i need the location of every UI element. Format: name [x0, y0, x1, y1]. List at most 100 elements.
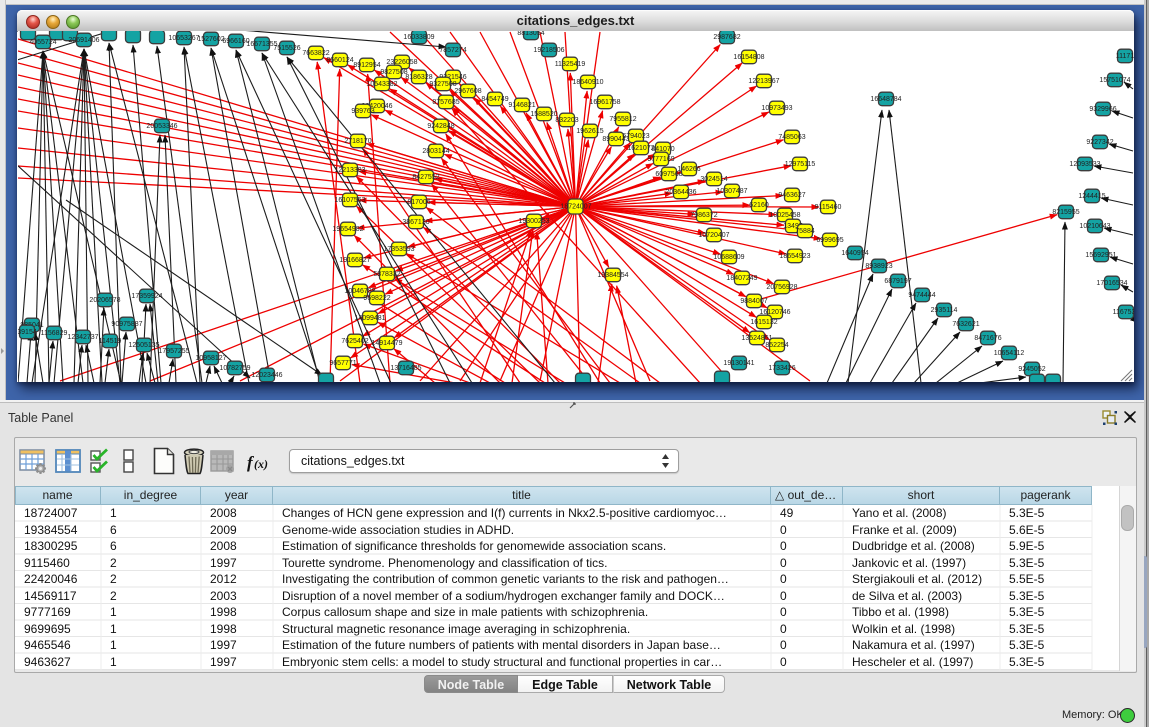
svg-text:18724007: 18724007: [560, 204, 591, 211]
svg-text:20053346: 20053346: [146, 123, 177, 130]
svg-text:12213967: 12213967: [748, 78, 779, 85]
svg-text:1244415: 1244415: [1078, 193, 1105, 200]
svg-text:6794023: 6794023: [622, 133, 649, 140]
svg-text:1167533: 1167533: [1113, 309, 1134, 316]
svg-text:7515526: 7515526: [273, 45, 300, 52]
svg-text:8912954: 8912954: [353, 62, 380, 69]
svg-text:10782759: 10782759: [219, 365, 250, 372]
svg-text:16154808: 16154808: [733, 54, 764, 61]
svg-text:(x): (x): [254, 457, 268, 471]
svg-text:7857274: 7857274: [439, 47, 466, 54]
svg-text:1527602: 1527602: [197, 36, 224, 43]
svg-text:16648784: 16648784: [870, 96, 901, 103]
svg-text:9463627: 9463627: [778, 192, 805, 199]
svg-text:75884: 75884: [795, 228, 815, 235]
svg-text:18640910: 18640910: [572, 79, 603, 86]
svg-text:20691406: 20691406: [68, 37, 99, 44]
svg-text:10973493: 10973493: [761, 105, 792, 112]
svg-text:10688609: 10688609: [713, 254, 744, 261]
svg-text:852254: 852254: [765, 342, 788, 349]
svg-text:7986372: 7986372: [690, 212, 717, 219]
svg-text:3867130: 3867130: [402, 219, 429, 226]
svg-text:9227342: 9227342: [1086, 139, 1113, 146]
svg-text:16033809: 16033809: [403, 34, 434, 41]
svg-text:8454749: 8454749: [481, 96, 508, 103]
svg-text:90975887: 90975887: [111, 321, 142, 328]
svg-text:9777169: 9777169: [647, 156, 674, 163]
svg-text:9698222: 9698222: [363, 295, 390, 302]
svg-text:12505135: 12505135: [128, 342, 159, 349]
svg-text:62160: 62160: [749, 202, 769, 209]
svg-text:12975115: 12975115: [785, 161, 816, 168]
svg-text:8471676: 8471676: [974, 335, 1001, 342]
svg-text:15751074: 15751074: [1099, 77, 1130, 84]
svg-text:1156829: 1156829: [41, 330, 68, 337]
svg-text:939763: 939763: [351, 108, 374, 115]
svg-text:6999695: 6999695: [816, 237, 843, 244]
svg-text:12342737: 12342737: [67, 334, 98, 341]
svg-text:9329966: 9329966: [1089, 106, 1116, 113]
svg-text:8938923: 8938923: [865, 263, 892, 270]
svg-text:1615132: 1615132: [750, 319, 777, 326]
svg-text:9327508: 9327508: [429, 81, 456, 88]
svg-text:9245052: 9245052: [1018, 366, 1045, 373]
svg-text:9146821: 9146821: [508, 102, 535, 109]
svg-text:16961758: 16961758: [589, 99, 620, 106]
svg-text:10653267: 10653267: [168, 35, 199, 42]
svg-text:5878332: 5878332: [373, 271, 400, 278]
svg-text:19130141: 19130141: [723, 360, 754, 367]
svg-text:8660124: 8660124: [326, 57, 353, 64]
svg-text:2987682: 2987682: [713, 34, 740, 41]
svg-text:19300253: 19300253: [518, 218, 549, 225]
svg-text:18654923: 18654923: [779, 253, 810, 260]
svg-text:8813054: 8813054: [517, 31, 544, 37]
svg-text:10025458: 10025458: [769, 212, 800, 219]
svg-text:10307487: 10307487: [716, 188, 747, 195]
svg-text:9474444: 9474444: [908, 292, 935, 299]
svg-text:10720407: 10720407: [698, 232, 729, 239]
svg-text:11325419: 11325419: [555, 61, 586, 68]
svg-text:4055724: 4055724: [29, 39, 56, 46]
svg-text:7663822: 7663822: [302, 50, 329, 57]
svg-text:2967608: 2967608: [454, 88, 481, 95]
svg-text:16107553: 16107553: [334, 197, 365, 204]
svg-text:12093533: 12093533: [1069, 161, 1100, 168]
svg-text:7625402: 7625402: [341, 338, 368, 345]
svg-text:10210643: 10210643: [1079, 223, 1110, 230]
svg-text:10543382: 10543382: [366, 81, 397, 88]
svg-text:19218506: 19218506: [533, 47, 564, 54]
svg-text:18407249: 18407249: [726, 275, 757, 282]
svg-text:2718170: 2718170: [344, 138, 371, 145]
svg-text:9884007: 9884007: [740, 298, 767, 305]
svg-text:8427552: 8427552: [412, 174, 439, 181]
svg-text:3024514: 3024514: [700, 176, 727, 183]
svg-text:20206578: 20206578: [89, 297, 120, 304]
svg-text:15692951: 15692951: [1085, 252, 1116, 259]
svg-text:19384554: 19384554: [597, 272, 628, 279]
svg-text:12023446: 12023446: [251, 372, 282, 379]
svg-text:9657771: 9657771: [329, 360, 356, 367]
svg-text:14099481: 14099481: [354, 315, 385, 322]
svg-text:17016534: 17016534: [1096, 280, 1127, 287]
svg-text:2803144: 2803144: [422, 148, 449, 155]
svg-text:17353593: 17353593: [383, 246, 414, 253]
svg-text:12213383: 12213383: [334, 167, 365, 174]
svg-text:10654112: 10654112: [994, 350, 1025, 357]
svg-text:146266: 146266: [677, 166, 700, 173]
svg-text:832203: 832203: [555, 117, 578, 124]
svg-text:6879197: 6879197: [884, 278, 911, 285]
svg-text:9242848: 9242848: [427, 123, 454, 130]
svg-text:1640954: 1640954: [841, 250, 868, 257]
svg-text:1588520: 1588520: [530, 111, 557, 118]
svg-text:10958127: 10958127: [195, 355, 226, 362]
svg-text:8186328: 8186328: [405, 74, 432, 81]
svg-text:114519: 114519: [99, 338, 122, 345]
svg-text:8757685: 8757685: [432, 99, 459, 106]
svg-text:7485063: 7485063: [778, 134, 805, 141]
svg-text:20364436: 20364436: [665, 189, 696, 196]
svg-text:14914479: 14914479: [371, 340, 402, 347]
svg-text:1733426: 1733426: [768, 365, 795, 372]
svg-text:17957255: 17957255: [158, 348, 189, 355]
svg-text:9115460: 9115460: [815, 204, 842, 211]
svg-text:39154: 39154: [18, 329, 37, 336]
